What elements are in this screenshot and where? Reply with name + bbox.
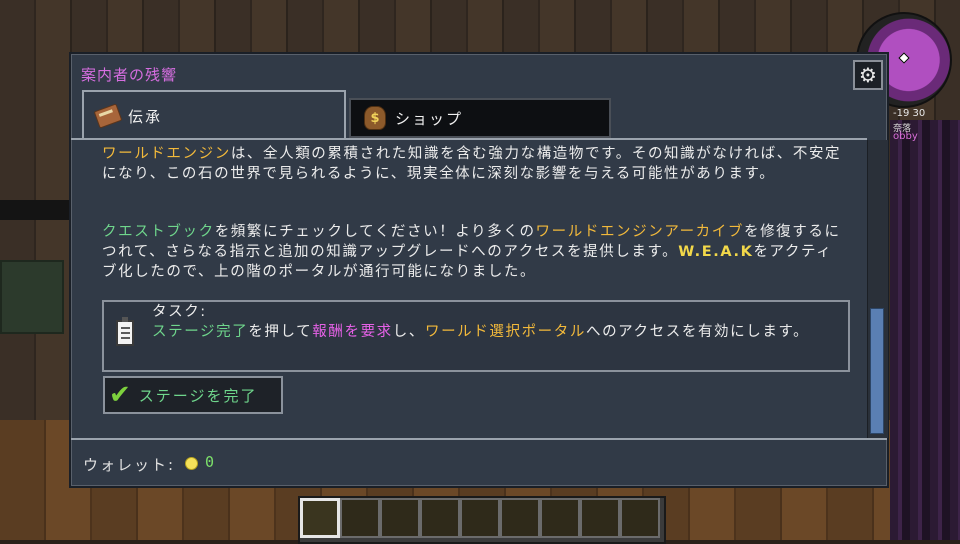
checkmark-icon: ✔ [109, 380, 131, 410]
hotbar-slot[interactable] [340, 498, 380, 538]
hotbar [298, 496, 666, 544]
hotbar-slot[interactable] [460, 498, 500, 538]
hotbar-slot-selected[interactable] [300, 498, 340, 538]
hotbar-slot[interactable] [620, 498, 660, 538]
complete-stage-label: ステージを完了 [138, 386, 258, 405]
wallet-value: 0 [205, 453, 215, 471]
scrollbar-thumb[interactable] [870, 308, 884, 434]
settings-button[interactable]: ⚙ [853, 60, 883, 90]
purple-blocks [890, 120, 960, 540]
hotbar-slot[interactable] [380, 498, 420, 538]
lore-text: を頻繁にチェックしてください！より多くの [214, 224, 536, 240]
task-description: ステージ完了を押して報酬を要求し、ワールド選択ポータルへのアクセスを有効にします… [152, 322, 842, 342]
weak-term: W.E.A.K [678, 244, 754, 260]
book-icon [93, 103, 123, 129]
coordinates-readout: -19 30 [893, 108, 926, 119]
task-header: タスク: [152, 304, 207, 320]
clipboard-icon [116, 317, 134, 346]
world-select-portal-term: ワールド選択ポータル [424, 324, 586, 340]
complete-stage-button[interactable]: ✔ ステージを完了 [103, 376, 283, 414]
archive-term: ワールドエンジンアーカイブ [535, 224, 744, 240]
task-text-part: を押して [248, 324, 313, 340]
hotbar-slot[interactable] [580, 498, 620, 538]
shelf-decoration [0, 260, 64, 334]
task-text-part: し、 [392, 324, 425, 340]
dark-beam [0, 200, 70, 220]
world-engine-term: ワールドエンジン [102, 146, 231, 162]
coin-icon [185, 457, 198, 470]
claim-reward-term: 報酬を要求 [312, 324, 393, 340]
stage-complete-term: ステージ完了 [152, 324, 249, 340]
wallet-footer: ウォレット: 0 [71, 438, 887, 488]
location-label: obby [893, 131, 918, 142]
tab-lore[interactable]: 伝承 [82, 90, 346, 140]
hotbar-slot[interactable] [500, 498, 540, 538]
task-text-part: へのアクセスを有効にします。 [585, 324, 810, 340]
gear-icon: ⚙ [859, 63, 877, 87]
task-text: タスク: ステージ完了を押して報酬を要求し、ワールド選択ポータルへのアクセスを有… [152, 302, 842, 342]
tab-lore-label: 伝承 [128, 107, 163, 126]
lore-content: ワールドエンジンは、全人類の累積された知識を含む強力な構造物です。その知識がなけ… [71, 138, 867, 438]
tab-shop-label: ショップ [395, 109, 464, 128]
hotbar-slot[interactable] [420, 498, 460, 538]
content-scrollbar[interactable] [867, 140, 888, 438]
money-bag-icon: $ [363, 106, 387, 130]
task-box: タスク: ステージ完了を押して報酬を要求し、ワールド選択ポータルへのアクセスを有… [102, 300, 850, 372]
dialog-title: 案内者の残響 [81, 66, 178, 84]
hotbar-slot[interactable] [540, 498, 580, 538]
quest-book-term: クエストブック [102, 224, 215, 240]
guide-dialog: 案内者の残響 ⚙ 伝承 $ ショップ ワールドエンジンは、全人類の累積された知識… [69, 52, 889, 488]
lore-paragraph-2: クエストブックを頻繁にチェックしてください！より多くのワールドエンジンアーカイブ… [102, 222, 847, 282]
wallet-label: ウォレット: [83, 456, 176, 474]
lore-paragraph-1: ワールドエンジンは、全人類の累積された知識を含む強力な構造物です。その知識がなけ… [102, 144, 847, 184]
tab-shop[interactable]: $ ショップ [349, 98, 611, 138]
